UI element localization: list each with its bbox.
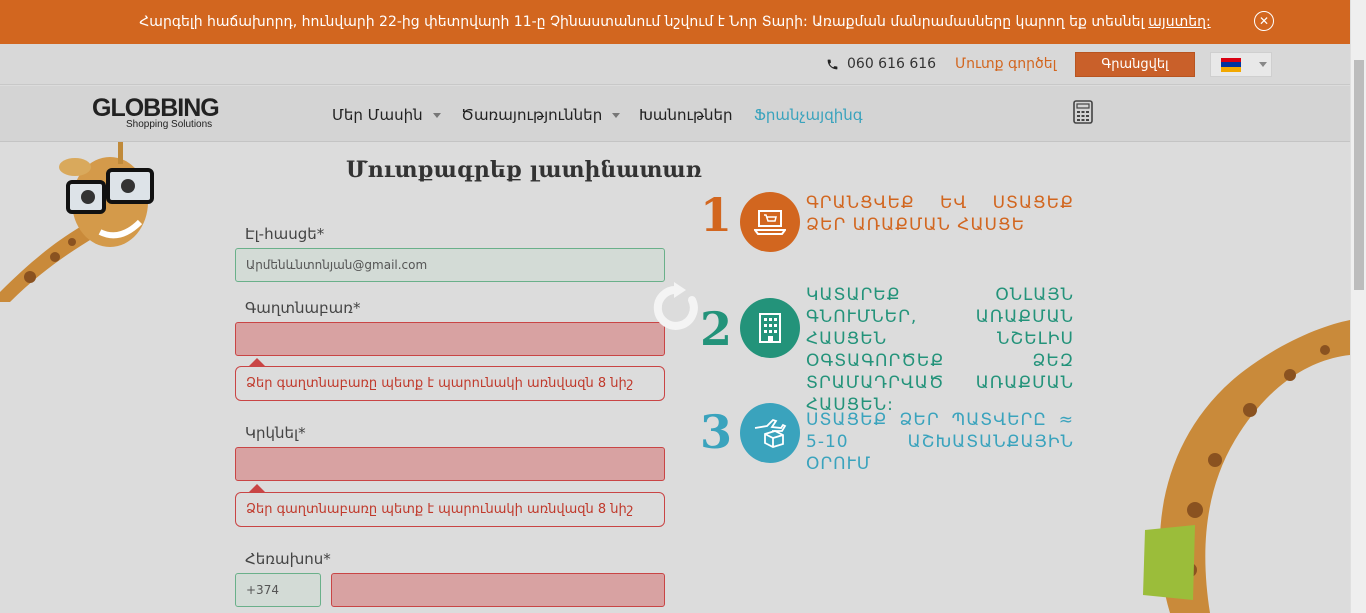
phone-icon xyxy=(827,59,838,69)
password-label: Գաղտնաբառ* xyxy=(245,299,361,317)
chevron-down-icon xyxy=(612,112,621,118)
armenian-flag-icon xyxy=(1221,57,1241,72)
password-field[interactable] xyxy=(235,322,665,356)
step-text: ԿԱՏԱՐԵՔ ՕՆԼԱՅՆ ԳՆՈՒՄՆԵՐ, ԱՌԱՔՄԱՆ ՀԱՍՑԵՆ … xyxy=(806,285,1074,415)
logo[interactable]: GLOBBING Shopping Solutions xyxy=(92,94,220,130)
language-select[interactable] xyxy=(1210,52,1272,77)
logo-name: GLOBBING xyxy=(92,94,220,122)
main-navigation: GLOBBING Shopping Solutions Մեր Մասին Ծա… xyxy=(0,86,1350,142)
phone-prefix-field[interactable]: +374 xyxy=(235,573,321,607)
step-2: 2 ԿԱՏԱՐԵՔ ՕՆԼԱՅՆ ԳՆՈՒՄՆԵՐ, ԱՌԱՔՄԱՆ ՀԱՍՑԵ… xyxy=(700,285,1073,415)
repeat-password-error: Ձեր գաղտնաբառը պետք է պարունակի առնվազն … xyxy=(235,484,665,527)
chevron-down-icon xyxy=(432,112,441,118)
laptop-cart-icon xyxy=(740,192,800,252)
nav-label: Ծառայություններ xyxy=(461,106,603,124)
step-1: 1 ԳՐԱՆՑՎԵՔ ԵՎ ՍՏԱՑԵՔ ՁԵՐ ԱՌԱՔՄԱՆ ՀԱՍՑԵ xyxy=(700,188,1073,252)
nav-item-shops[interactable]: Խանութներ xyxy=(639,106,733,124)
nav-item-franchise[interactable]: Ֆրանչայզինգ xyxy=(754,106,863,124)
step-3: 3 ՍՏԱՑԵՔ ՁԵՐ ՊԱՏՎԵՐԸ ≈ 5-10 ԱՇԽԱՏԱՆՔԱՅԻՆ… xyxy=(700,403,1073,474)
phone-label: Հեռախոս* xyxy=(245,550,331,568)
plane-box-icon xyxy=(740,403,800,463)
step-number: 3 xyxy=(700,405,733,459)
phone-number: 060 616 616 xyxy=(847,56,937,72)
login-link[interactable]: Մուտք գործել xyxy=(955,56,1056,72)
phone-field[interactable] xyxy=(331,573,665,607)
giraffe-left-illustration xyxy=(0,142,154,302)
phone-contact: 060 616 616 xyxy=(826,56,936,72)
logo-tagline: Shopping Solutions xyxy=(126,119,213,130)
password-error: Ձեր գաղտնաբառը պետք է պարունակի առնվազն … xyxy=(235,358,665,401)
loading-spinner-icon xyxy=(653,282,698,330)
top-bar: 060 616 616 Մուտք գործել Գրանցվել xyxy=(0,44,1350,85)
announcement-link[interactable]: այստեղ: xyxy=(1148,14,1210,30)
nav-item-about[interactable]: Մեր Մասին xyxy=(332,106,441,124)
step-text: ԳՐԱՆՑՎԵՔ ԵՎ ՍՏԱՑԵՔ ՁԵՐ ԱՌԱՔՄԱՆ ՀԱՍՑԵ xyxy=(806,193,1074,235)
step-number: 2 xyxy=(700,302,733,356)
nav-label: Մեր Մասին xyxy=(332,106,423,124)
calculator-icon[interactable] xyxy=(1073,100,1093,124)
giraffe-right-illustration xyxy=(1143,320,1350,613)
form-title: Մուտքագրեք լատինատառ xyxy=(346,157,702,183)
announcement-text: Հարգելի հաճախորդ, հունվարի 22-ից փետրվար… xyxy=(139,14,1145,30)
email-field[interactable]: Արմենևնտոնյան@gmail.com xyxy=(235,248,665,282)
repeat-password-label: Կրկնել* xyxy=(245,424,306,442)
building-icon xyxy=(740,298,800,358)
chevron-down-icon xyxy=(1259,62,1267,67)
close-icon[interactable]: ✕ xyxy=(1254,11,1274,31)
email-label: Էլ-հասցե* xyxy=(245,225,325,243)
register-button[interactable]: Գրանցվել xyxy=(1075,52,1195,77)
nav-label: Խանութներ xyxy=(639,106,733,124)
nav-label: Ֆրանչայզինգ xyxy=(754,106,863,124)
nav-item-services[interactable]: Ծառայություններ xyxy=(461,106,621,124)
step-number: 1 xyxy=(700,188,733,242)
scrollbar-thumb[interactable] xyxy=(1354,60,1364,290)
announcement-bar: Հարգելի հաճախորդ, հունվարի 22-ից փետրվար… xyxy=(0,0,1350,44)
repeat-password-field[interactable] xyxy=(235,447,665,481)
page-scrollbar[interactable] xyxy=(1350,0,1366,613)
step-text: ՍՏԱՑԵՔ ՁԵՐ ՊԱՏՎԵՐԸ ≈ 5-10 ԱՇԽԱՏԱՆՔԱՅԻՆ Օ… xyxy=(806,410,1074,474)
